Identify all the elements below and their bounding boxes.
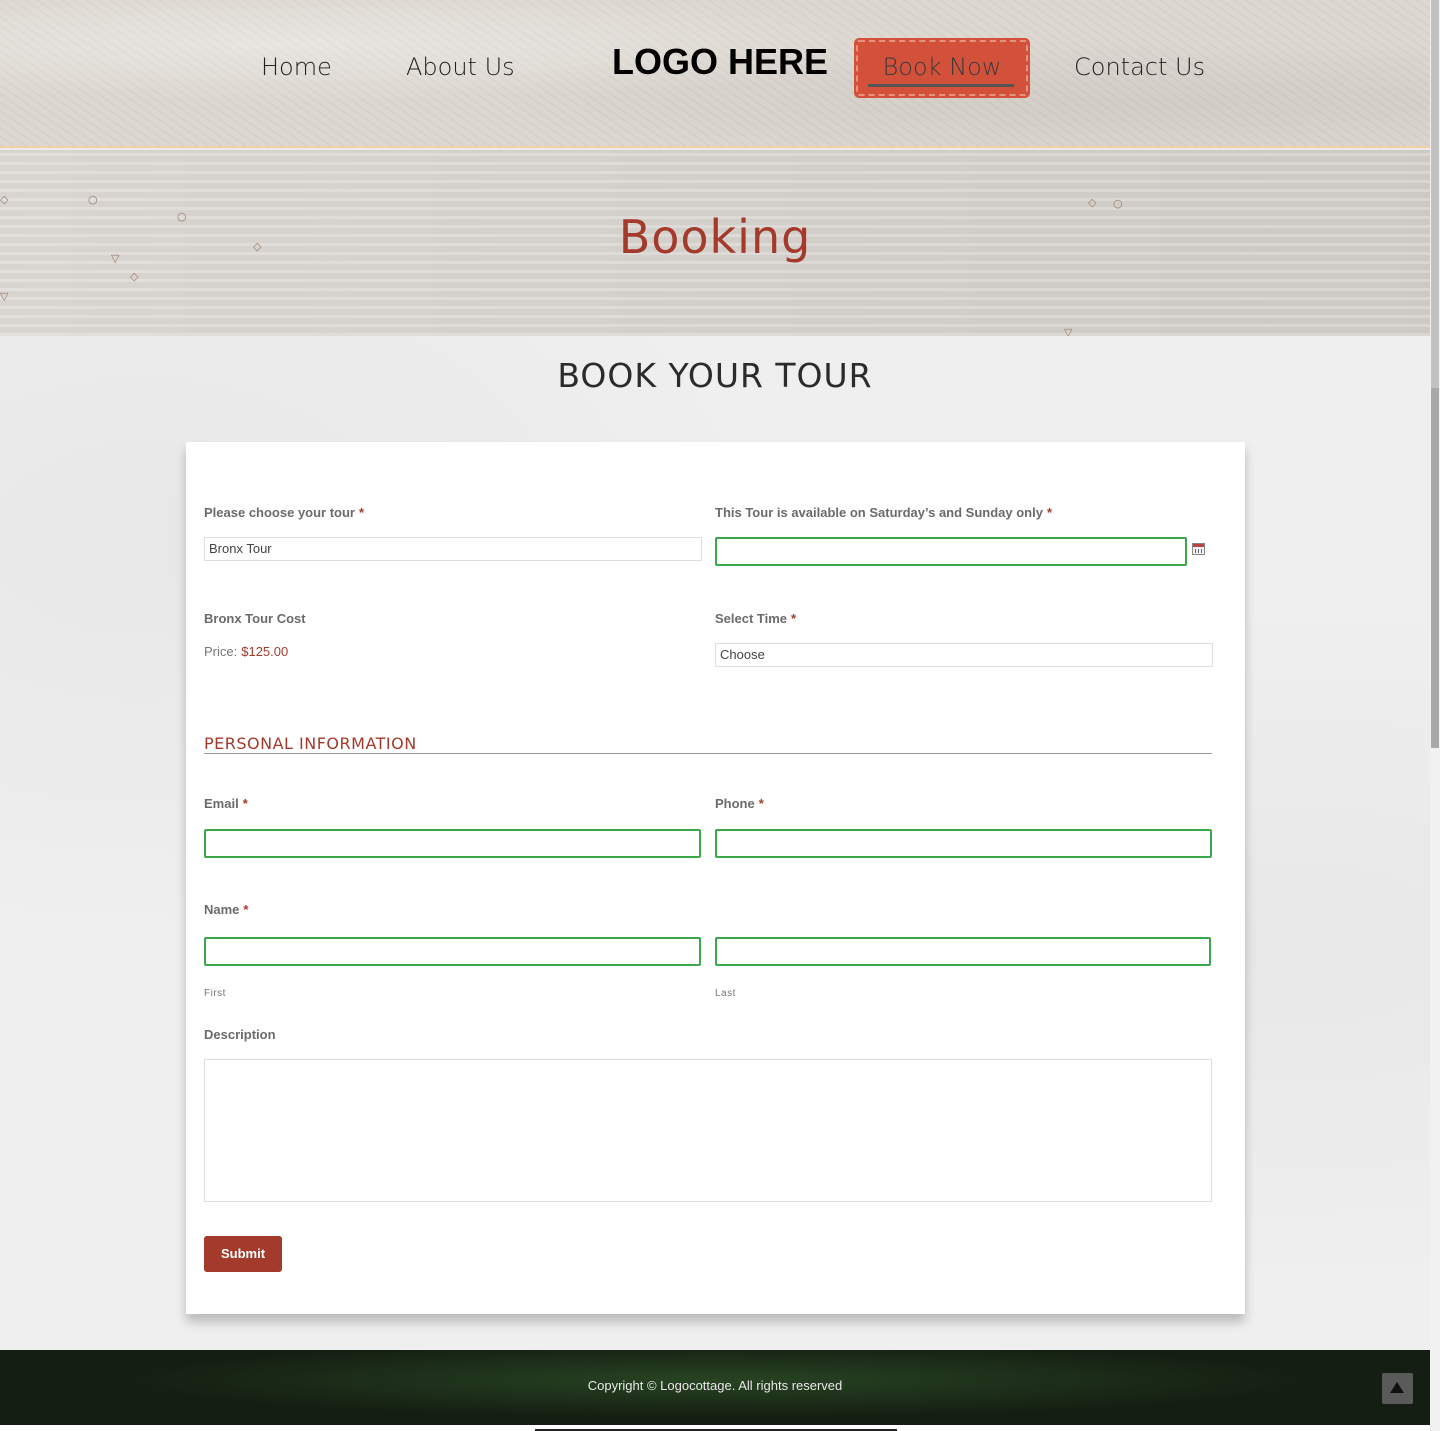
first-sublabel: First [204,988,226,999]
cost-label: Bronx Tour Cost [204,611,306,626]
scrollbar-thumb[interactable] [1431,388,1439,748]
required-mark: * [1046,505,1053,520]
required-mark: * [791,611,797,626]
page-scrollbar[interactable] [1430,0,1440,1431]
copyright-text: Copyright © Logocottage. All rights rese… [587,1378,843,1393]
circle-decoration: ○ [1113,197,1123,210]
triangle-decoration: ▽ [0,290,9,303]
price-value: $125.00 [241,644,289,659]
nav-about-us[interactable]: About Us [406,50,515,84]
section-title: BOOK YOUR TOUR [557,356,873,395]
price-label: Price: [204,644,238,659]
site-footer: Copyright © Logocottage. All rights rese… [0,1350,1430,1425]
site-logo[interactable]: LOGO HERE [612,40,828,84]
main-content: BOOK YOUR TOUR Please choose your tour * … [0,336,1430,1350]
phone-label-text: Phone [715,796,755,811]
tour-select[interactable]: Bronx Tour [204,537,702,561]
nav-contact-us[interactable]: Contact Us [1074,50,1205,84]
description-label: Description [204,1027,276,1042]
first-name-field[interactable] [204,937,701,966]
nav-home[interactable]: Home [261,50,332,84]
email-label-text: Email [204,796,239,811]
name-label: Name * [204,902,248,917]
nav-book-now[interactable]: Book Now [856,40,1028,96]
time-select[interactable]: Choose [715,643,1213,667]
personal-info-heading: PERSONAL INFORMATION [204,732,1212,754]
date-label-text: This Tour is available on Saturday’s and… [715,505,1043,520]
page-title: Booking [618,210,812,264]
booking-form: Please choose your tour * Bronx Tour This… [186,442,1245,1314]
time-label-text: Select Time [715,611,788,626]
phone-label: Phone * [715,796,764,811]
calendar-icon[interactable] [1192,543,1205,555]
required-mark: * [243,902,249,917]
circle-decoration: ○ [88,193,98,206]
email-label: Email * [204,796,248,811]
scroll-to-top-button[interactable] [1382,1373,1413,1404]
diamond-decoration: ◇ [0,193,9,206]
date-input[interactable] [715,537,1187,566]
diamond-decoration: ◇ [1088,196,1097,209]
description-textarea[interactable] [204,1059,1212,1202]
scrollbar-track-upper [1431,0,1439,388]
tour-label: Please choose your tour * [204,505,364,520]
submit-button[interactable]: Submit [204,1236,282,1272]
time-label: Select Time * [715,611,796,626]
date-label: This Tour is available on Saturday’s and… [715,505,1052,520]
required-mark: * [758,796,764,811]
book-now-label: Book Now [882,53,1002,81]
bottom-strip [0,1425,1440,1431]
diamond-decoration: ◇ [130,270,139,283]
required-mark: * [359,505,365,520]
page-banner: ◇ ○ ○ ◇ ▽ ◇ ▽ ◇ ○ ▽ Booking [0,150,1430,338]
price-row: Price: $125.00 [204,644,288,659]
last-name-field[interactable] [715,937,1211,966]
last-sublabel: Last [715,988,736,999]
email-field[interactable] [204,829,701,858]
required-mark: * [242,796,248,811]
active-underline [868,84,1014,87]
personal-info-heading-text: PERSONAL INFORMATION [204,734,417,753]
site-header: Home About Us LOGO HERE Book Now Contact… [0,0,1430,148]
phone-field[interactable] [715,829,1212,858]
name-label-text: Name [204,902,240,917]
tour-label-text: Please choose your tour [204,505,355,520]
